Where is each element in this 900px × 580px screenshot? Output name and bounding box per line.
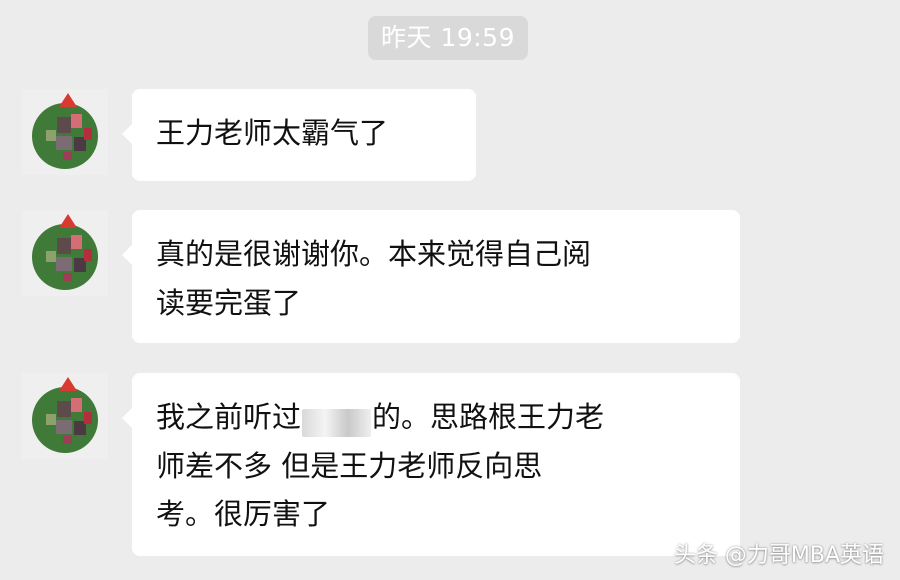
avatar[interactable] xyxy=(22,210,108,296)
avatar-pixel xyxy=(56,420,72,434)
avatar-pixel xyxy=(57,238,71,254)
avatar-pixel xyxy=(56,136,72,150)
avatar-pixel xyxy=(71,114,82,128)
avatar-pixel xyxy=(84,128,92,140)
message-bubble[interactable]: 真的是很谢谢你。本来觉得自己阅 读要完蛋了 xyxy=(122,210,740,343)
avatar-pixel xyxy=(63,152,72,160)
avatar-pixel xyxy=(71,235,82,249)
avatar[interactable] xyxy=(22,89,108,175)
avatar-pixel xyxy=(84,412,92,424)
time-chip: 昨天 19:59 xyxy=(368,16,528,60)
avatar-pixel xyxy=(46,414,56,425)
redacted-text-block xyxy=(302,409,372,437)
avatar-pixel xyxy=(57,401,71,417)
avatar-pixel xyxy=(57,117,71,133)
avatar-pixel xyxy=(84,249,92,261)
avatar-hat-shape xyxy=(59,377,77,391)
watermark: 头条 @力哥MBA英语 xyxy=(673,543,884,568)
avatar-pixel xyxy=(63,273,72,281)
avatar[interactable] xyxy=(22,373,108,459)
message-bubble[interactable]: 我之前听过 的。思路根王力老 师差不多 但是王力老师反向思 考。很厉害了 xyxy=(122,373,740,556)
avatar-hat-shape xyxy=(59,214,77,228)
message-bubble[interactable]: 王力老师太霸气了 xyxy=(122,89,476,181)
message-text-before-redaction: 我之前听过 xyxy=(156,400,302,434)
avatar-hat-shape xyxy=(59,93,77,107)
avatar-pixel xyxy=(63,436,72,444)
avatar-pixel xyxy=(56,257,72,271)
avatar-pixel xyxy=(46,130,56,141)
avatar-pixel xyxy=(46,251,56,262)
avatar-pixel xyxy=(71,398,82,412)
